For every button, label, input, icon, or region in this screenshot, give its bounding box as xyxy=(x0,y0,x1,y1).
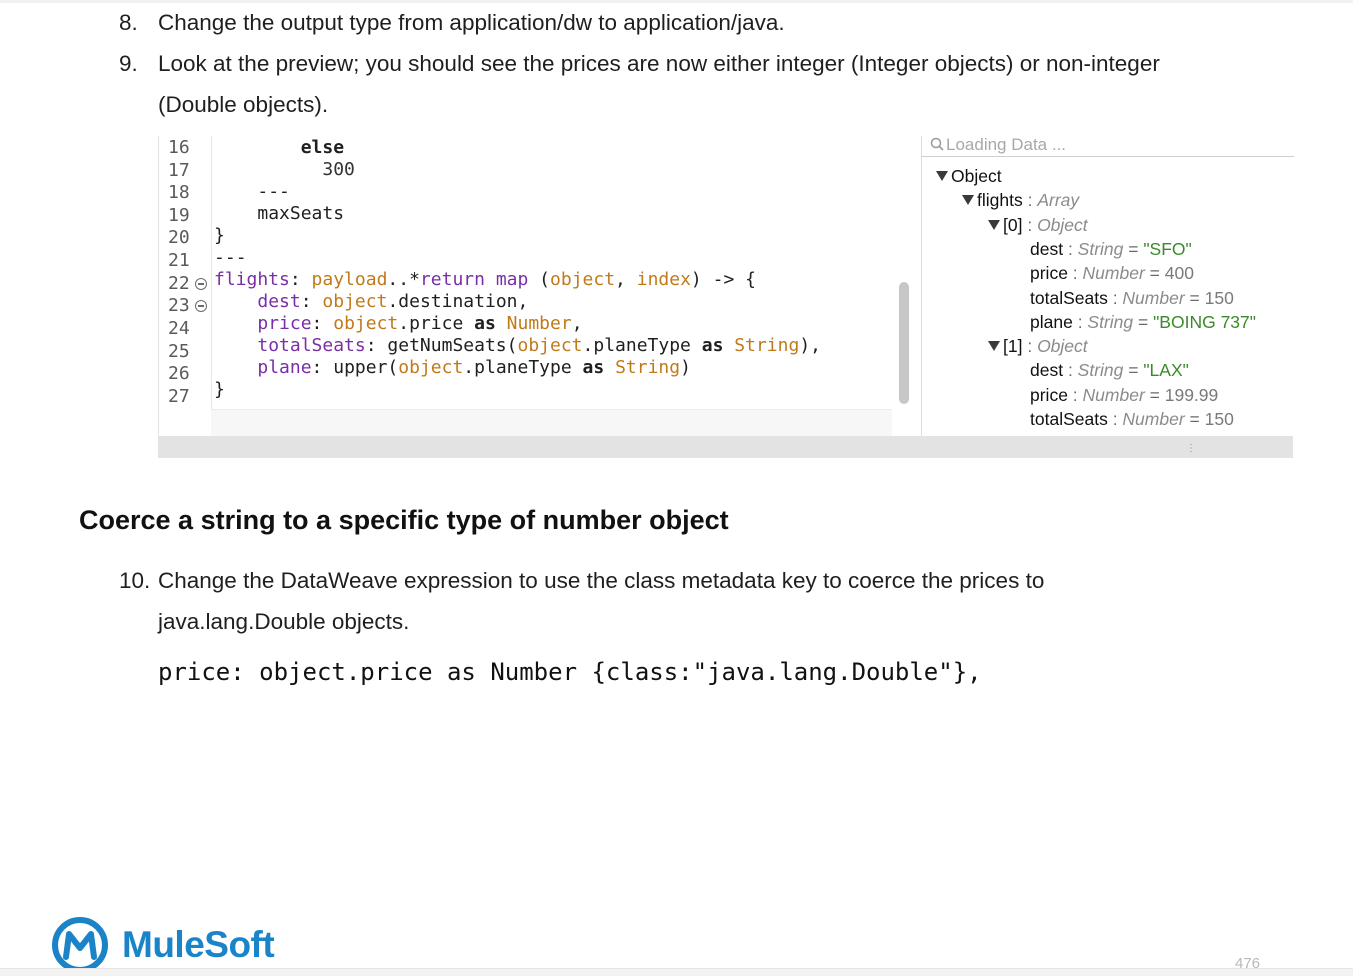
fold-collapse-icon[interactable] xyxy=(195,300,207,312)
expand-triangle-icon[interactable] xyxy=(988,219,1000,230)
code-line: flights: payload..*return map (object, i… xyxy=(214,269,756,290)
dataweave-editor-screenshot: 16 17 18 19 20 21 22 23 24 25 26 27 else… xyxy=(158,135,1294,459)
tree-leaf: totalSeats : Number = 150 xyxy=(1030,409,1234,429)
line-number: 19 xyxy=(168,205,190,226)
code-line: else xyxy=(300,137,345,158)
code-line: } xyxy=(214,379,225,400)
tree-node[interactable]: [0] : Object xyxy=(988,213,1088,237)
code-line: price: object.price as Number, xyxy=(257,313,583,334)
code-line: dest: object.destination, xyxy=(257,291,529,312)
line-number: 16 xyxy=(168,137,190,158)
step-text-line-2: java.lang.Double objects. xyxy=(158,609,410,634)
tree-leaf: plane : String = "BOING 737" xyxy=(1030,311,1256,332)
tree-leaf: dest : String = "LAX" xyxy=(1030,360,1189,381)
logo-wordmark: MuleSoft xyxy=(122,924,275,965)
preview-panel: Loading Data ... Object flights : Array [0… xyxy=(921,135,1294,436)
code-example: price: object.price as Number {class:"ja… xyxy=(158,658,982,686)
line-number: 27 xyxy=(168,386,190,407)
line-number: 18 xyxy=(168,182,190,203)
mulesoft-m-icon xyxy=(52,917,108,973)
code-text-area[interactable]: else 300 --- maxSeats} --- flights: payloa… xyxy=(214,137,821,401)
step-text: Change the output type from application/… xyxy=(158,10,785,35)
code-editor: 16 17 18 19 20 21 22 23 24 25 26 27 else… xyxy=(158,136,894,436)
search-icon xyxy=(930,137,944,151)
editor-scrollbar[interactable] xyxy=(899,282,909,404)
line-number: 21 xyxy=(168,250,190,271)
step-number: 9. xyxy=(119,51,138,76)
line-number: 25 xyxy=(168,341,190,362)
code-line: } xyxy=(214,225,225,246)
line-number: 20 xyxy=(168,227,190,248)
tree-leaf: price : Number = 400 xyxy=(1030,263,1194,284)
tree-leaf: dest : String = "SFO" xyxy=(1030,238,1192,259)
section-heading: Coerce a string to a specific type of nu… xyxy=(79,505,729,535)
mulesoft-logo: MuleSoft xyxy=(47,917,287,973)
step-text-line-1: Change the DataWeave expression to use t… xyxy=(158,568,1045,593)
step-text-line-2: (Double objects). xyxy=(158,92,329,117)
code-line: --- xyxy=(214,247,247,268)
expand-triangle-icon[interactable] xyxy=(988,341,1000,352)
line-number: 23 xyxy=(168,295,190,316)
tree-node[interactable]: [1] : Object xyxy=(988,334,1088,358)
tree-leaf: totalSeats : Number = 150 xyxy=(1030,287,1234,308)
tree-leaf: price : Number = 199.99 xyxy=(1030,384,1219,405)
line-number: 22 xyxy=(168,273,190,294)
step-text-line-1: Look at the preview; you should see the … xyxy=(158,51,1160,76)
step-number: 8. xyxy=(119,10,138,35)
preview-loading-bar: Loading Data ... xyxy=(922,135,1294,157)
tree-node[interactable]: flights : Array xyxy=(962,188,1079,212)
code-line: --- xyxy=(257,181,290,202)
tree-node[interactable]: Object xyxy=(936,164,1002,188)
resize-handle-icon[interactable]: ⋮ xyxy=(1186,444,1196,454)
loading-text: Loading Data ... xyxy=(946,135,1067,154)
line-number-gutter: 16 17 18 19 20 21 22 23 24 25 26 27 xyxy=(159,136,212,436)
editor-bottom-strip xyxy=(211,409,892,436)
code-line: 300 xyxy=(322,159,355,180)
horizontal-scrollbar[interactable] xyxy=(158,436,1293,458)
line-number: 26 xyxy=(168,363,190,384)
code-line: totalSeats: getNumSeats(object.planeType… xyxy=(257,335,821,356)
line-number: 24 xyxy=(168,318,190,339)
code-line: plane: upper(object.planeType as String) xyxy=(257,357,691,378)
expand-triangle-icon[interactable] xyxy=(936,171,948,181)
code-line: maxSeats xyxy=(257,203,345,224)
line-number: 17 xyxy=(168,160,190,181)
expand-triangle-icon[interactable] xyxy=(962,195,974,206)
step-number: 10. xyxy=(119,568,151,593)
fold-collapse-icon[interactable] xyxy=(195,278,207,290)
